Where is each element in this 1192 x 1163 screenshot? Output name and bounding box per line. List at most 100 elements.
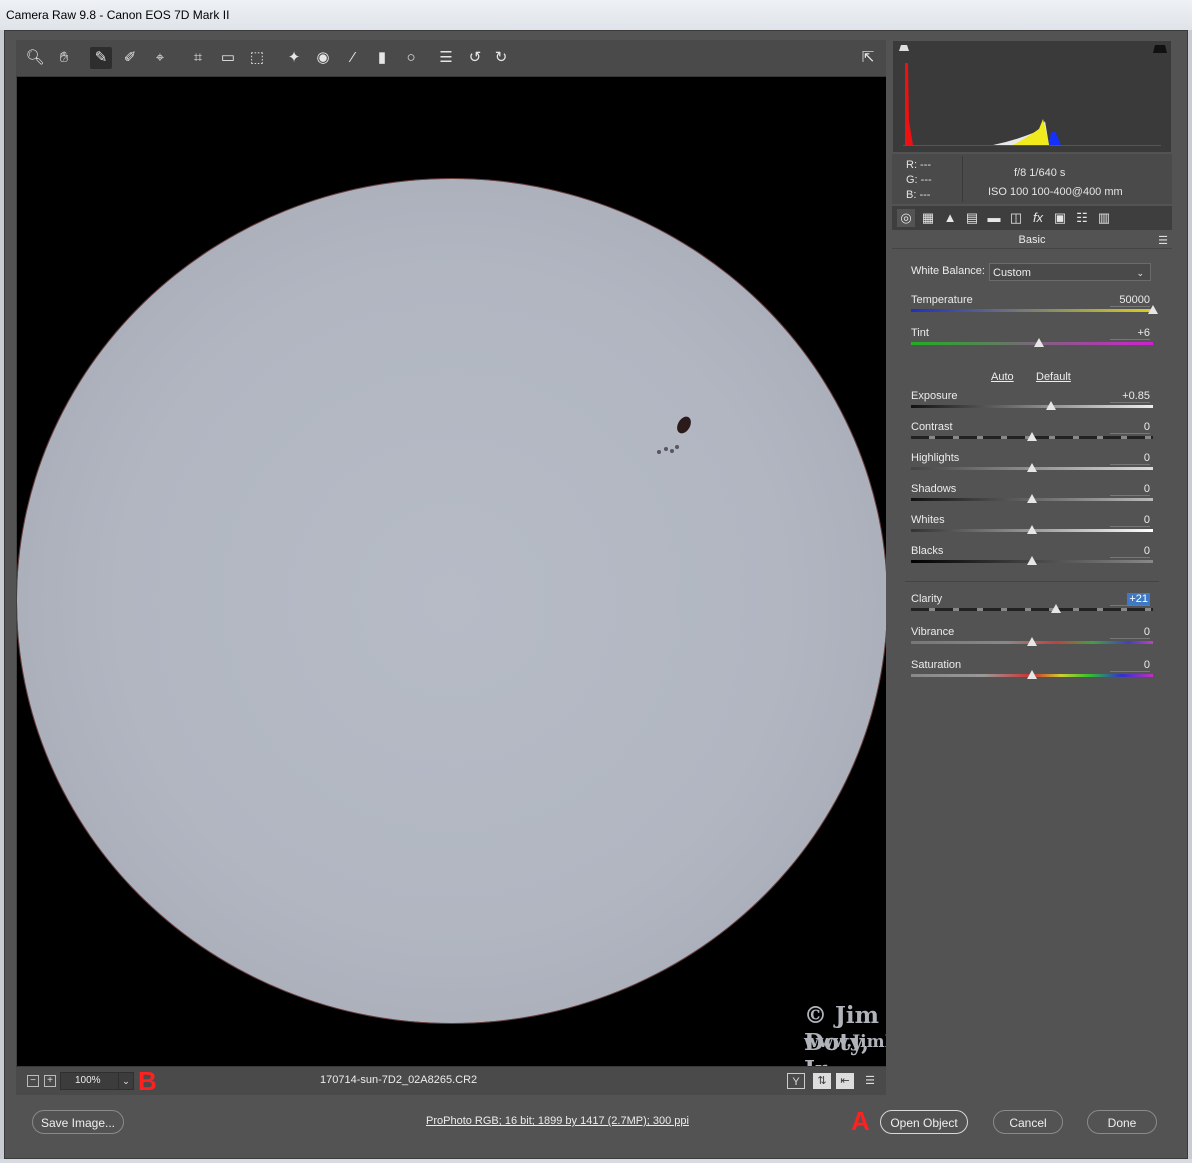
slider-thumb[interactable]	[1148, 305, 1158, 314]
right-panel: R: --- G: --- B: --- f/8 1/640 s ISO 100…	[892, 40, 1172, 1094]
slider-vibrance[interactable]: Vibrance 0	[911, 626, 1153, 656]
tab-hsl-icon[interactable]: ▤	[963, 209, 981, 227]
hand-tool-icon[interactable]: ✋︎	[53, 47, 75, 69]
slider-thumb[interactable]	[1046, 401, 1057, 410]
slider-label: Shadows	[911, 483, 957, 495]
sunspot-cluster	[657, 444, 679, 454]
window-bottom-edge	[0, 1159, 1192, 1163]
zoom-out-button[interactable]: −	[27, 1075, 39, 1087]
slider-track[interactable]	[911, 608, 1153, 611]
white-balance-select[interactable]: Custom ⌄	[989, 263, 1151, 281]
targeted-adjustment-tool-icon[interactable]: ⌖	[149, 47, 171, 69]
shadow-clipping-icon[interactable]	[899, 45, 909, 51]
slider-tint[interactable]: Tint +6	[911, 327, 1153, 357]
tab-detail-icon[interactable]: ▲	[941, 209, 959, 227]
slider-thumb[interactable]	[1027, 525, 1037, 534]
radial-filter-icon[interactable]: ○	[400, 47, 422, 69]
highlight-clipping-icon[interactable]	[1153, 45, 1167, 53]
preferences-icon[interactable]: ☰	[435, 47, 457, 69]
slider-value[interactable]: 0	[1110, 421, 1150, 434]
slider-whites[interactable]: Whites 0	[911, 514, 1153, 544]
slider-value[interactable]: +0.85	[1110, 390, 1150, 403]
histogram-graph	[899, 45, 1167, 146]
tab-presets-icon[interactable]: ☷	[1073, 209, 1091, 227]
main-area: 🔍︎ ✋︎ ✎ ✐ ⌖ ⌗ ▭ ⬚ ✦ ◉ ⁄ ▮ ○ ☰ ↺ ↻ ⇱ © Ji…	[16, 40, 886, 1096]
slider-exposure[interactable]: Exposure +0.85	[911, 390, 1153, 420]
image-preview[interactable]: © Jim Doty, Jr. www.JimDoty.com	[17, 77, 886, 1066]
fullscreen-toggle-icon[interactable]: ⇱	[857, 47, 879, 69]
slider-label: Contrast	[911, 421, 953, 433]
slider-thumb[interactable]	[1034, 338, 1045, 347]
swap-settings-icon[interactable]: ⇤	[836, 1073, 854, 1089]
slider-clarity[interactable]: Clarity +21	[911, 593, 1153, 623]
preview-mode-icon[interactable]: Y	[787, 1073, 805, 1089]
annotation-marker-b: B	[138, 1066, 157, 1096]
slider-value[interactable]: +21	[1110, 593, 1150, 606]
rotate-ccw-icon[interactable]: ↺	[464, 47, 486, 69]
slider-track[interactable]	[911, 309, 1153, 312]
slider-value[interactable]: 0	[1110, 626, 1150, 639]
slider-blacks[interactable]: Blacks 0	[911, 545, 1153, 575]
crop-tool-icon[interactable]: ⌗	[187, 47, 209, 69]
slider-saturation[interactable]: Saturation 0	[911, 659, 1153, 689]
window-title: Camera Raw 9.8 - Canon EOS 7D Mark II	[6, 8, 230, 22]
tab-camera-calibration-icon[interactable]: ▣	[1051, 209, 1069, 227]
chevron-down-icon: ⌄	[118, 1073, 133, 1089]
toolbar: 🔍︎ ✋︎ ✎ ✐ ⌖ ⌗ ▭ ⬚ ✦ ◉ ⁄ ▮ ○ ☰ ↺ ↻ ⇱	[16, 40, 886, 77]
tab-effects-icon[interactable]: fx	[1029, 209, 1047, 227]
adjustment-brush-icon[interactable]: ⁄	[342, 47, 364, 69]
slider-thumb[interactable]	[1027, 463, 1037, 472]
red-eye-removal-icon[interactable]: ◉	[312, 47, 334, 69]
rgb-readout: R: --- G: --- B: ---	[906, 158, 932, 203]
slider-contrast[interactable]: Contrast 0	[911, 421, 1153, 451]
workflow-options-link[interactable]: ProPhoto RGB; 16 bit; 1899 by 1417 (2.7M…	[426, 1115, 689, 1127]
slider-thumb[interactable]	[1027, 637, 1037, 646]
zoom-level-select[interactable]: 100% ⌄	[60, 1072, 134, 1090]
slider-thumb[interactable]	[1027, 670, 1037, 679]
tab-tone-curve-icon[interactable]: ▦	[919, 209, 937, 227]
cancel-button[interactable]: Cancel	[993, 1110, 1063, 1134]
open-object-button[interactable]: Open Object	[880, 1110, 968, 1134]
slider-thumb[interactable]	[1027, 556, 1037, 565]
slider-value[interactable]: 50000	[1110, 294, 1150, 307]
white-balance-tool-icon[interactable]: ✎	[90, 47, 112, 69]
tab-split-toning-icon[interactable]: ▬	[985, 209, 1003, 227]
rotate-cw-icon[interactable]: ↻	[490, 47, 512, 69]
slider-value[interactable]: 0	[1110, 659, 1150, 672]
done-button[interactable]: Done	[1087, 1110, 1157, 1134]
tab-basic-icon[interactable]: ◎	[897, 209, 915, 227]
auto-link[interactable]: Auto	[991, 371, 1014, 383]
blue-value: B: ---	[906, 189, 931, 201]
graduated-filter-icon[interactable]: ▮	[371, 47, 393, 69]
slider-value[interactable]: 0	[1110, 514, 1150, 527]
slider-value[interactable]: +6	[1110, 327, 1150, 340]
preview-preferences-icon[interactable]: ☰	[861, 1073, 879, 1089]
title-bar: Camera Raw 9.8 - Canon EOS 7D Mark II	[0, 0, 1192, 30]
slider-thumb[interactable]	[1027, 432, 1037, 441]
slider-shadows[interactable]: Shadows 0	[911, 483, 1153, 513]
zoom-level-value: 100%	[75, 1075, 101, 1086]
slider-thumb[interactable]	[1027, 494, 1037, 503]
color-sampler-tool-icon[interactable]: ✐	[119, 47, 141, 69]
slider-temperature[interactable]: Temperature 50000	[911, 294, 1158, 324]
before-after-icon[interactable]: ⇅	[813, 1073, 831, 1089]
slider-highlights[interactable]: Highlights 0	[911, 452, 1153, 482]
default-link[interactable]: Default	[1036, 371, 1071, 383]
tab-lens-corrections-icon[interactable]: ◫	[1007, 209, 1025, 227]
slider-value[interactable]: 0	[1110, 483, 1150, 496]
transform-tool-icon[interactable]: ⬚	[246, 47, 268, 69]
zoom-tool-icon[interactable]: 🔍︎	[24, 47, 46, 69]
panel-menu-icon[interactable]: ☰	[1158, 234, 1168, 247]
slider-track[interactable]	[911, 405, 1153, 408]
chevron-down-icon: ⌄	[1136, 268, 1144, 278]
save-image-button[interactable]: Save Image...	[32, 1110, 124, 1134]
slider-thumb[interactable]	[1051, 604, 1062, 613]
zoom-in-button[interactable]: +	[44, 1075, 56, 1087]
panel-title: Basic	[892, 232, 1172, 249]
slider-value[interactable]: 0	[1110, 545, 1150, 558]
slider-value[interactable]: 0	[1110, 452, 1150, 465]
straighten-tool-icon[interactable]: ▭	[217, 47, 239, 69]
tab-snapshots-icon[interactable]: ▥	[1095, 209, 1113, 227]
slider-track[interactable]	[911, 342, 1153, 345]
spot-removal-tool-icon[interactable]: ✦	[283, 47, 305, 69]
